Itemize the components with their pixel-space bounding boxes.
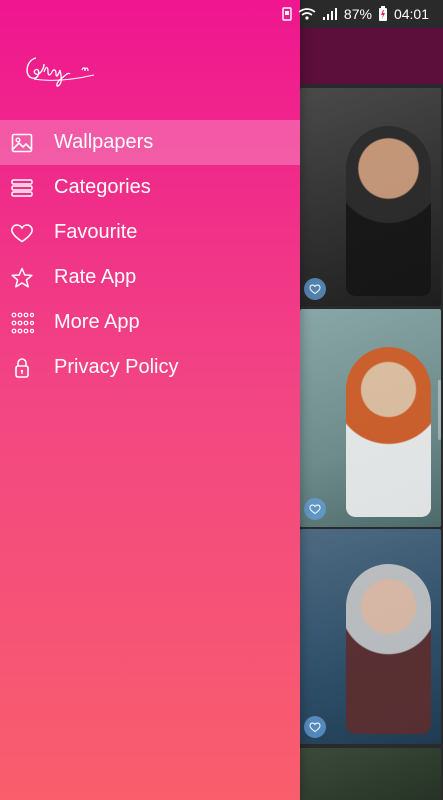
menu-item-label: Categories — [54, 176, 151, 198]
menu-item-wallpapers[interactable]: Wallpapers — [0, 120, 300, 165]
menu-item-label: Favourite — [54, 221, 138, 243]
scrollbar[interactable] — [438, 380, 441, 440]
drawer-menu: Wallpapers Categories Favourite Rate App — [0, 120, 300, 390]
menu-item-favourite[interactable]: Favourite — [0, 210, 300, 255]
wallpaper-image — [346, 347, 431, 517]
grid-icon — [9, 310, 35, 336]
wallpaper-image — [346, 126, 431, 296]
menu-item-label: Rate App — [54, 266, 137, 288]
lock-icon — [9, 355, 35, 381]
status-bar: 87% 04:01 — [0, 0, 443, 28]
menu-item-categories[interactable]: Categories — [0, 165, 300, 210]
menu-item-rate-app[interactable]: Rate App — [0, 255, 300, 300]
signal-icon — [322, 7, 338, 21]
star-icon — [9, 265, 35, 291]
menu-item-label: More App — [54, 311, 140, 333]
wallpaper-image — [346, 564, 431, 734]
image-icon — [9, 130, 35, 156]
app-screen: 87% 04:01 Wallpapers Categories Favourit… — [0, 0, 443, 800]
signature-logo-icon — [22, 52, 102, 92]
wallpaper-card[interactable] — [300, 309, 441, 527]
clock-time: 04:01 — [393, 6, 429, 22]
menu-item-more-app[interactable]: More App — [0, 300, 300, 345]
battery-percent: 87% — [343, 6, 372, 22]
wallpaper-card[interactable] — [300, 748, 441, 800]
app-toolbar — [300, 28, 443, 84]
battery-charging-icon — [378, 6, 388, 22]
favourite-heart-icon[interactable] — [304, 278, 326, 300]
heart-icon — [9, 220, 35, 246]
navigation-drawer: Wallpapers Categories Favourite Rate App — [0, 0, 300, 800]
favourite-heart-icon[interactable] — [304, 498, 326, 520]
list-icon — [9, 175, 35, 201]
favourite-heart-icon[interactable] — [304, 716, 326, 738]
screenshot-icon — [282, 7, 292, 21]
wallpaper-card[interactable] — [300, 529, 441, 744]
menu-item-label: Wallpapers — [54, 131, 154, 153]
menu-item-privacy-policy[interactable]: Privacy Policy — [0, 345, 300, 390]
wifi-icon — [298, 7, 316, 21]
menu-item-label: Privacy Policy — [54, 356, 179, 378]
wallpaper-card[interactable] — [300, 88, 441, 306]
